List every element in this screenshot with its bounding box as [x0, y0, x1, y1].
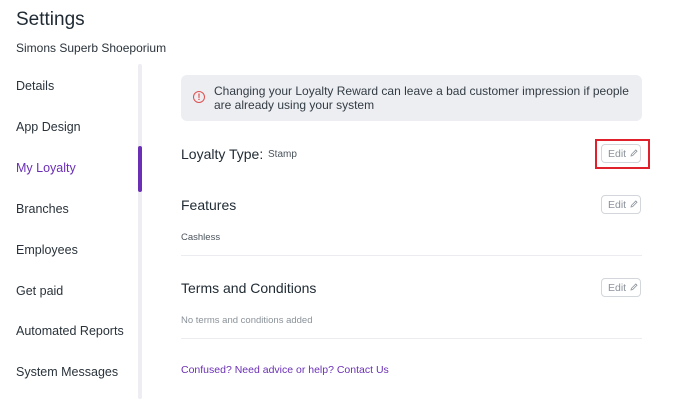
page-title: Settings: [16, 9, 85, 30]
edit-button-label: Edit: [608, 199, 627, 211]
sidebar-item-get-paid[interactable]: Get paid: [16, 284, 63, 298]
sidebar-item-my-loyalty[interactable]: My Loyalty: [16, 161, 76, 175]
sidebar-item-details[interactable]: Details: [16, 79, 54, 93]
features-title: Features: [181, 197, 237, 213]
pencil-icon: [630, 283, 638, 291]
terms-title: Terms and Conditions: [181, 280, 317, 296]
loyalty-type-value: Stamp: [268, 149, 297, 160]
business-name: Simons Superb Shoeporium: [16, 41, 167, 55]
sidebar-item-employees[interactable]: Employees: [16, 243, 78, 257]
divider: [181, 255, 642, 256]
sidebar-item-branches[interactable]: Branches: [16, 202, 69, 216]
edit-features-button[interactable]: Edit: [601, 195, 641, 214]
warning-text: Changing your Loyalty Reward can leave a…: [214, 84, 629, 112]
edit-highlight-annotation: [595, 139, 650, 169]
edit-button-label: Edit: [608, 282, 627, 294]
contact-us-link[interactable]: Confused? Need advice or help? Contact U…: [181, 364, 389, 376]
loyalty-type-label: Loyalty Type:: [181, 146, 264, 162]
warning-banner: ! Changing your Loyalty Reward can leave…: [181, 75, 642, 121]
terms-value: No terms and conditions added: [181, 315, 313, 326]
pencil-icon: [630, 200, 638, 208]
divider: [181, 338, 642, 339]
sidebar: [0, 64, 145, 399]
sidebar-item-app-design[interactable]: App Design: [16, 120, 81, 134]
sidebar-item-system-messages[interactable]: System Messages: [16, 365, 118, 379]
alert-circle-icon: !: [193, 91, 205, 103]
features-value: Cashless: [181, 232, 221, 243]
sidebar-item-automated-reports[interactable]: Automated Reports: [16, 324, 124, 338]
edit-terms-button[interactable]: Edit: [601, 278, 641, 297]
